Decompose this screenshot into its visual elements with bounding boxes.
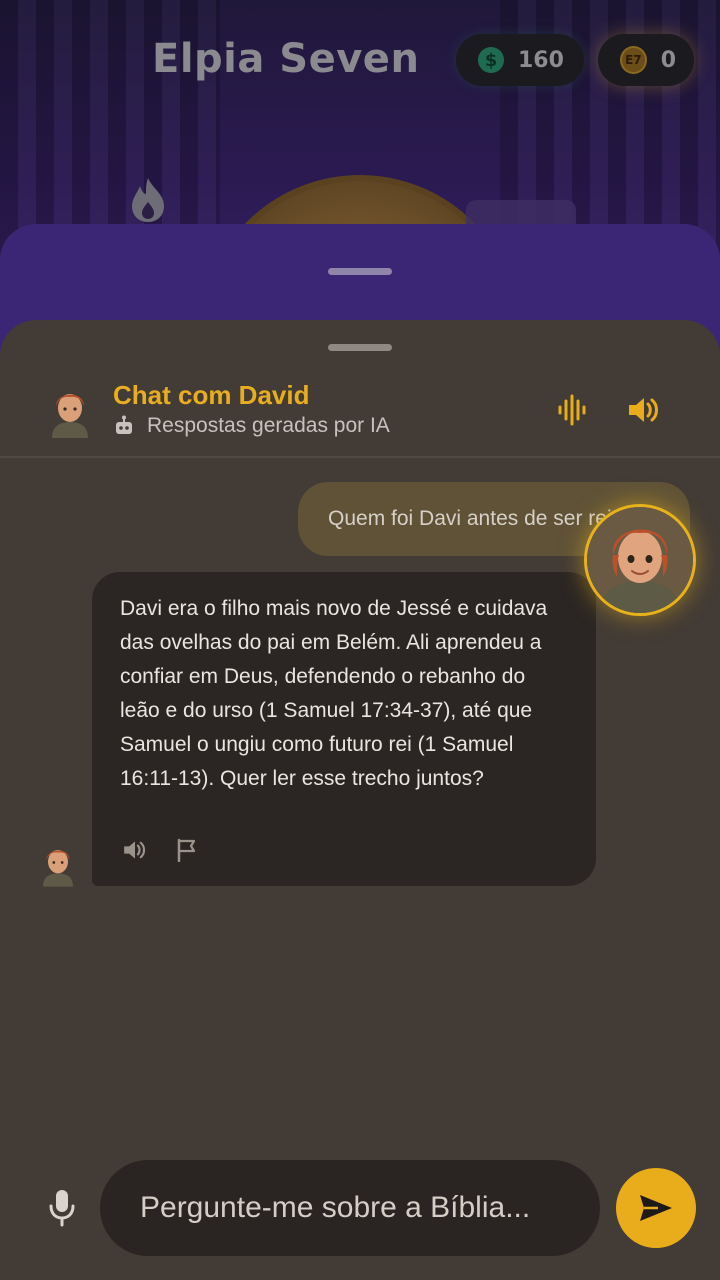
microphone-button[interactable] <box>44 1186 80 1230</box>
message-input[interactable] <box>140 1191 570 1225</box>
message-input-box[interactable] <box>100 1160 600 1256</box>
e7-token-icon: E7 <box>620 46 647 74</box>
bot-message-text: Davi era o filho mais novo de Jessé e cu… <box>120 597 548 790</box>
robot-icon <box>116 415 132 434</box>
ticket-amount: 0 <box>660 47 676 73</box>
floating-character-avatar[interactable] <box>584 504 696 616</box>
voice-mode-button[interactable] <box>552 390 592 430</box>
ai-notice-label: Respostas geradas por IA <box>147 414 390 437</box>
david-avatar-small <box>43 850 73 887</box>
cash-amount: 160 <box>518 47 564 73</box>
cash-balance[interactable]: $ 160 <box>456 34 584 86</box>
bot-message-actions <box>122 838 198 862</box>
microphone-icon <box>49 1190 75 1227</box>
header-divider <box>0 456 720 458</box>
david-avatar <box>52 394 88 438</box>
chat-sheet-handle[interactable] <box>328 344 392 351</box>
flag-icon[interactable] <box>176 838 198 862</box>
ticket-balance[interactable]: E7 0 <box>598 34 694 86</box>
user-message-text: Quem foi Davi antes de ser rei? <box>328 507 624 530</box>
flame-icon <box>132 178 164 222</box>
bot-message: Davi era o filho mais novo de Jessé e cu… <box>92 572 596 886</box>
send-button[interactable] <box>616 1168 696 1248</box>
speaker-icon <box>629 398 658 422</box>
ai-notice: Respostas geradas por IA <box>113 414 390 438</box>
chat-sheet: Chat com David Respostas geradas por IA <box>0 320 720 1280</box>
app-title: Elpia Seven <box>152 36 420 82</box>
background-sheet-handle[interactable] <box>328 268 392 275</box>
david-portrait <box>587 507 693 613</box>
dollar-icon: $ <box>478 47 504 73</box>
speaker-icon[interactable] <box>122 838 148 862</box>
speaker-button[interactable] <box>624 390 664 430</box>
chat-title: Chat com David <box>113 380 310 410</box>
send-icon <box>640 1195 672 1221</box>
voice-wave-icon <box>558 394 586 426</box>
